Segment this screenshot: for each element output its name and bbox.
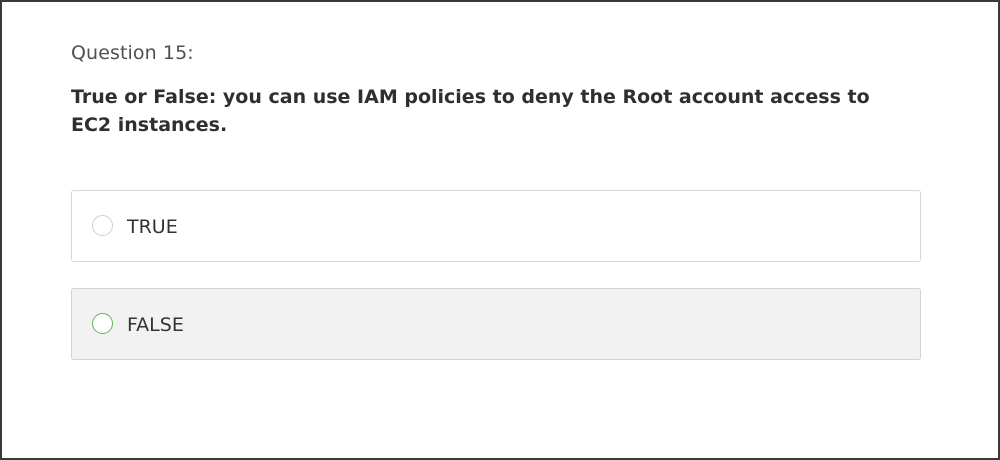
- answer-label-true: TRUE: [127, 216, 178, 238]
- answer-option-false[interactable]: FALSE: [71, 288, 921, 360]
- answer-label-false: FALSE: [127, 314, 184, 336]
- radio-button-true[interactable]: [92, 215, 113, 236]
- radio-button-false[interactable]: [92, 313, 113, 334]
- answer-option-true[interactable]: TRUE: [71, 190, 921, 262]
- question-text: True or False: you can use IAM policies …: [71, 86, 870, 136]
- question-number: Question 15:: [71, 42, 194, 64]
- quiz-frame: Question 15: True or False: you can use …: [0, 0, 1000, 460]
